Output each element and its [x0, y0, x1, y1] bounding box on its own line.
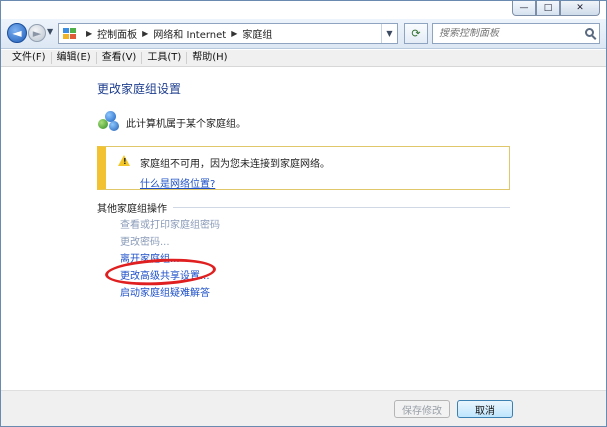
close-button[interactable]: ✕ [560, 1, 600, 16]
main-content: 更改家庭组设置 此计算机属于某个家庭组。 ! 家庭组不可用，因为您未连接到家庭网… [1, 68, 606, 390]
address-dropdown-icon[interactable]: ▼ [381, 24, 397, 43]
menu-view[interactable]: 查看(V) [97, 52, 143, 64]
navigation-bar: ◄ ► ▼ ▶ 控制面板 ▶ 网络和 Internet ▶ 家庭组 ▼ ⟳ [1, 19, 606, 49]
homegroup-icon [97, 110, 121, 134]
page-title: 更改家庭组设置 [97, 82, 182, 96]
menu-bar: 文件(F) 编辑(E) 查看(V) 工具(T) 帮助(H) [1, 50, 606, 67]
minimize-button[interactable]: — [512, 1, 536, 16]
homegroup-troubleshooter-link[interactable]: 启动家庭组疑难解答 [120, 284, 210, 299]
breadcrumb-homegroup[interactable]: 家庭组 [242, 26, 272, 41]
recent-pages-dropdown-icon[interactable]: ▼ [47, 27, 53, 36]
network-location-help-link[interactable]: 什么是网络位置? [140, 175, 215, 190]
cancel-button[interactable]: 取消 [457, 400, 513, 418]
breadcrumb-separator-icon[interactable]: ▶ [231, 29, 237, 38]
explorer-window: — □ ✕ ◄ ► ▼ ▶ 控制面板 ▶ 网络和 Internet ▶ 家庭组 … [0, 0, 607, 427]
search-box[interactable] [432, 23, 600, 44]
homegroup-status: 此计算机属于某个家庭组。 [97, 110, 246, 134]
save-changes-button[interactable]: 保存修改 [394, 400, 450, 418]
section-divider [173, 207, 510, 208]
caption-buttons: — □ ✕ [512, 1, 600, 16]
breadcrumb-control-panel[interactable]: 控制面板 [97, 26, 137, 41]
warning-box: ! 家庭组不可用，因为您未连接到家庭网络。 什么是网络位置? [97, 146, 510, 190]
forward-arrow-icon[interactable]: ► [28, 24, 46, 42]
back-arrow-icon[interactable]: ◄ [7, 23, 27, 43]
breadcrumb-network-internet[interactable]: 网络和 Internet [153, 26, 226, 41]
other-actions-heading-label: 其他家庭组操作 [97, 204, 167, 215]
breadcrumb-separator-icon[interactable]: ▶ [142, 29, 148, 38]
menu-help[interactable]: 帮助(H) [187, 52, 232, 64]
change-password-link: 更改密码... [120, 237, 170, 248]
homegroup-status-text: 此计算机属于某个家庭组。 [126, 118, 246, 130]
view-print-password-link: 查看或打印家庭组密码 [120, 220, 220, 231]
menu-edit[interactable]: 编辑(E) [52, 52, 97, 64]
maximize-button[interactable]: □ [536, 1, 560, 16]
menu-file[interactable]: 文件(F) [7, 52, 52, 64]
control-panel-icon [63, 27, 77, 40]
breadcrumb-separator-icon: ▶ [86, 29, 93, 38]
menu-tools[interactable]: 工具(T) [142, 52, 188, 64]
search-input[interactable] [439, 28, 579, 39]
refresh-icon[interactable]: ⟳ [404, 23, 428, 44]
search-icon[interactable] [585, 28, 594, 37]
address-bar[interactable]: ▶ 控制面板 ▶ 网络和 Internet ▶ 家庭组 ▼ [58, 23, 398, 44]
warning-text: 家庭组不可用，因为您未连接到家庭网络。 [140, 159, 330, 170]
bottom-button-bar: 保存修改 取消 [1, 390, 606, 426]
other-actions-heading: 其他家庭组操作 [97, 200, 510, 215]
warning-icon: ! [118, 155, 130, 166]
